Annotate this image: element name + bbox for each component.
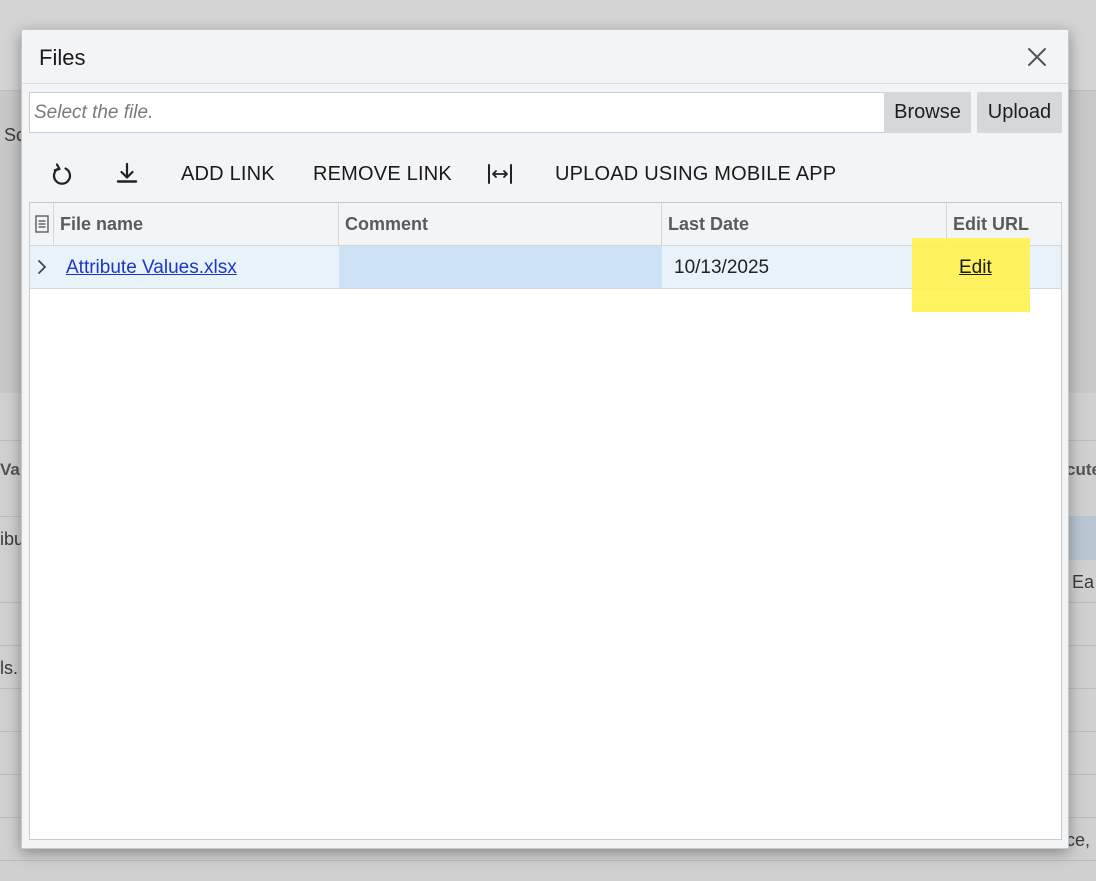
dialog-header: Files xyxy=(22,30,1068,84)
file-icon xyxy=(35,215,49,233)
background-text: cute xyxy=(1066,460,1096,479)
grid-header: File name Comment Last Date Edit URL xyxy=(30,203,1062,246)
background-text: ls. xyxy=(0,658,18,678)
upload-button[interactable]: Upload xyxy=(977,92,1062,133)
fit-columns-icon xyxy=(488,164,512,184)
fit-columns-button[interactable] xyxy=(486,160,514,188)
files-dialog: Files Browse Upload ADD LINK REMOVE LINK xyxy=(21,29,1069,849)
upload-mobile-button[interactable]: UPLOAD USING MOBILE APP xyxy=(555,163,836,186)
toolbar: ADD LINK REMOVE LINK UPLOAD USING MOBILE… xyxy=(22,156,1068,192)
download-button[interactable] xyxy=(113,160,141,188)
column-header-comment[interactable]: Comment xyxy=(339,203,662,245)
file-select-row: Browse Upload xyxy=(29,92,1062,133)
background-text: ce, xyxy=(1066,830,1091,850)
edit-url-link[interactable]: Edit xyxy=(959,246,992,288)
close-button[interactable] xyxy=(1024,44,1050,70)
background-divider xyxy=(0,860,1096,861)
browse-button[interactable]: Browse xyxy=(884,92,971,133)
download-icon xyxy=(116,162,138,183)
add-link-button[interactable]: ADD LINK xyxy=(181,163,275,186)
remove-link-button[interactable]: REMOVE LINK xyxy=(313,163,452,186)
refresh-icon xyxy=(52,163,72,185)
files-grid: File name Comment Last Date Edit URL Att… xyxy=(29,202,1062,840)
row-selector-header[interactable] xyxy=(30,203,54,245)
dialog-title: Files xyxy=(39,45,86,70)
refresh-button[interactable] xyxy=(48,160,76,188)
file-select-input[interactable] xyxy=(29,92,885,133)
column-header-file-name[interactable]: File name xyxy=(54,203,339,245)
background-text: Ea xyxy=(1072,572,1095,592)
column-header-last-date[interactable]: Last Date xyxy=(662,203,947,245)
edit-url-cell: Edit xyxy=(30,246,1061,289)
close-icon xyxy=(1028,48,1046,66)
